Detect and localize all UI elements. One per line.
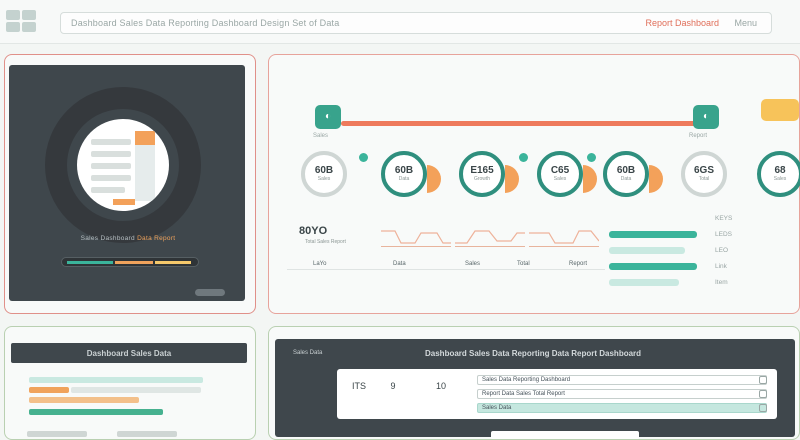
gauge-label: Sales (553, 176, 567, 182)
clock-icon[interactable]: 9 (381, 381, 405, 391)
gauge-dial[interactable]: 60B Data (381, 151, 427, 197)
gauge-accent (427, 165, 441, 193)
checkbox[interactable] (759, 404, 767, 412)
bar-3 (609, 263, 697, 270)
progress-bar (61, 257, 199, 267)
panel-toggle-button[interactable] (195, 289, 225, 296)
status-dot (587, 153, 596, 162)
tab-item[interactable]: LaYo (313, 261, 326, 267)
status-dot (519, 153, 528, 162)
donut-panel: Sales Dashboard Data Report (4, 54, 256, 314)
text-input-selected[interactable]: Sales Data (477, 403, 767, 413)
table-row-label: KEYS (715, 215, 733, 222)
form-panel: Sales Data Dashboard Sales Data Reportin… (268, 326, 800, 440)
sparkline-chart (529, 225, 600, 247)
text-input[interactable]: Report Data Sales Total Report (477, 389, 767, 399)
gauge-label: Growth (473, 176, 491, 182)
table-row-label: Item (715, 279, 728, 286)
gauge-accent (505, 165, 519, 193)
form-section-label: Sales Data (293, 350, 323, 356)
bar-1 (609, 231, 697, 238)
progress-segment (155, 261, 191, 264)
total-metric-label: Total Sales Report (305, 239, 346, 245)
range-slider-track[interactable] (341, 121, 699, 126)
report-link[interactable]: Report Dashboard (645, 18, 719, 28)
slider-handle-right-icon[interactable]: ◐ (693, 105, 719, 129)
gauge-accent (583, 165, 597, 193)
slider-label-right: Report (689, 133, 708, 139)
donut-caption: Sales Dashboard Data Report (80, 235, 176, 242)
donut-center-card (77, 119, 169, 211)
gauge-value: 68 (774, 165, 786, 176)
list-row[interactable] (71, 387, 201, 393)
gauge-dial[interactable]: 60B Sales (301, 151, 347, 197)
gauge-value: 60B (616, 165, 636, 176)
divider (287, 269, 605, 270)
form-screen: Sales Data Dashboard Sales Data Reportin… (275, 339, 795, 439)
gauge-label: Sales (317, 176, 331, 182)
top-bar: Dashboard Sales Data Reporting Dashboard… (0, 0, 800, 44)
footer-bar (117, 431, 177, 437)
list-row[interactable] (29, 397, 139, 403)
sparkline-chart (455, 225, 525, 247)
gauge-dial[interactable]: 60B Data (603, 151, 649, 197)
bar-2 (609, 247, 685, 254)
gauge-dial[interactable]: C65 Sales (537, 151, 583, 197)
gauge-dial[interactable]: 6GS Total (681, 151, 727, 197)
slider-handle-left-icon[interactable]: ◐ (315, 105, 341, 129)
list-row[interactable] (29, 387, 69, 393)
status-dot (359, 153, 368, 162)
progress-segment (115, 261, 153, 264)
list-title: Dashboard Sales Data (86, 349, 172, 358)
gauge-label: Sales (773, 176, 787, 182)
footer-bar (27, 431, 87, 437)
apps-grid-icon[interactable] (6, 10, 36, 32)
gauge-dial[interactable]: E165 Growth (459, 151, 505, 197)
gauge-value: 60B (394, 165, 414, 176)
progress-segment (67, 261, 113, 264)
list-header: Dashboard Sales Data (11, 343, 247, 363)
metrics-panel: ◐ ◐ Sales Report 60B Sales 60B Data E165 Grow… (268, 54, 800, 314)
tab-item[interactable]: Sales (465, 261, 480, 267)
menu-link[interactable]: Menu (734, 18, 757, 28)
badge-yellow (761, 99, 799, 121)
hand-icon[interactable]: 10 (429, 381, 453, 391)
gauge-value: 60B (314, 165, 334, 176)
table-row-label: LEO (715, 247, 729, 254)
tab-item[interactable]: Total (517, 261, 530, 267)
tab-item[interactable]: Report (569, 261, 587, 267)
form-title: Dashboard Sales Data Reporting Data Repo… (425, 349, 642, 358)
checkbox[interactable] (759, 376, 767, 384)
gauge-label: Data (398, 176, 410, 182)
donut-screen: Sales Dashboard Data Report (9, 65, 245, 301)
gauge-label: Total (698, 176, 710, 182)
text-input[interactable]: Sales Data Reporting Dashboard (477, 375, 767, 385)
gauge-dial[interactable]: 68 Sales (757, 151, 800, 197)
list-panel: Dashboard Sales Data (4, 326, 256, 440)
address-text: Dashboard Sales Data Reporting Dashboard… (71, 18, 340, 28)
table-row-label: Link (715, 263, 727, 270)
list-row[interactable] (29, 409, 163, 415)
gauge-label: Data (620, 176, 632, 182)
address-bar[interactable]: Dashboard Sales Data Reporting Dashboard… (60, 12, 772, 34)
bar-4 (609, 279, 679, 286)
footer-bar (491, 431, 639, 439)
total-metric-value: 80YO (299, 225, 328, 237)
sparkline-chart (381, 225, 451, 247)
slider-label-left: Sales (313, 133, 329, 139)
chart-icon[interactable]: ITS (347, 381, 371, 391)
gauge-value: C65 (550, 165, 570, 176)
gauge-value: 6GS (693, 165, 714, 176)
gauge-accent (649, 165, 663, 193)
list-row[interactable] (29, 377, 203, 383)
checkbox[interactable] (759, 390, 767, 398)
gauge-value: E165 (470, 165, 494, 176)
form-card: ITS 9 10 Sales Data Reporting Dashboard … (337, 369, 777, 419)
table-row-label: LEDS (715, 231, 732, 238)
tab-item[interactable]: Data (393, 261, 406, 267)
